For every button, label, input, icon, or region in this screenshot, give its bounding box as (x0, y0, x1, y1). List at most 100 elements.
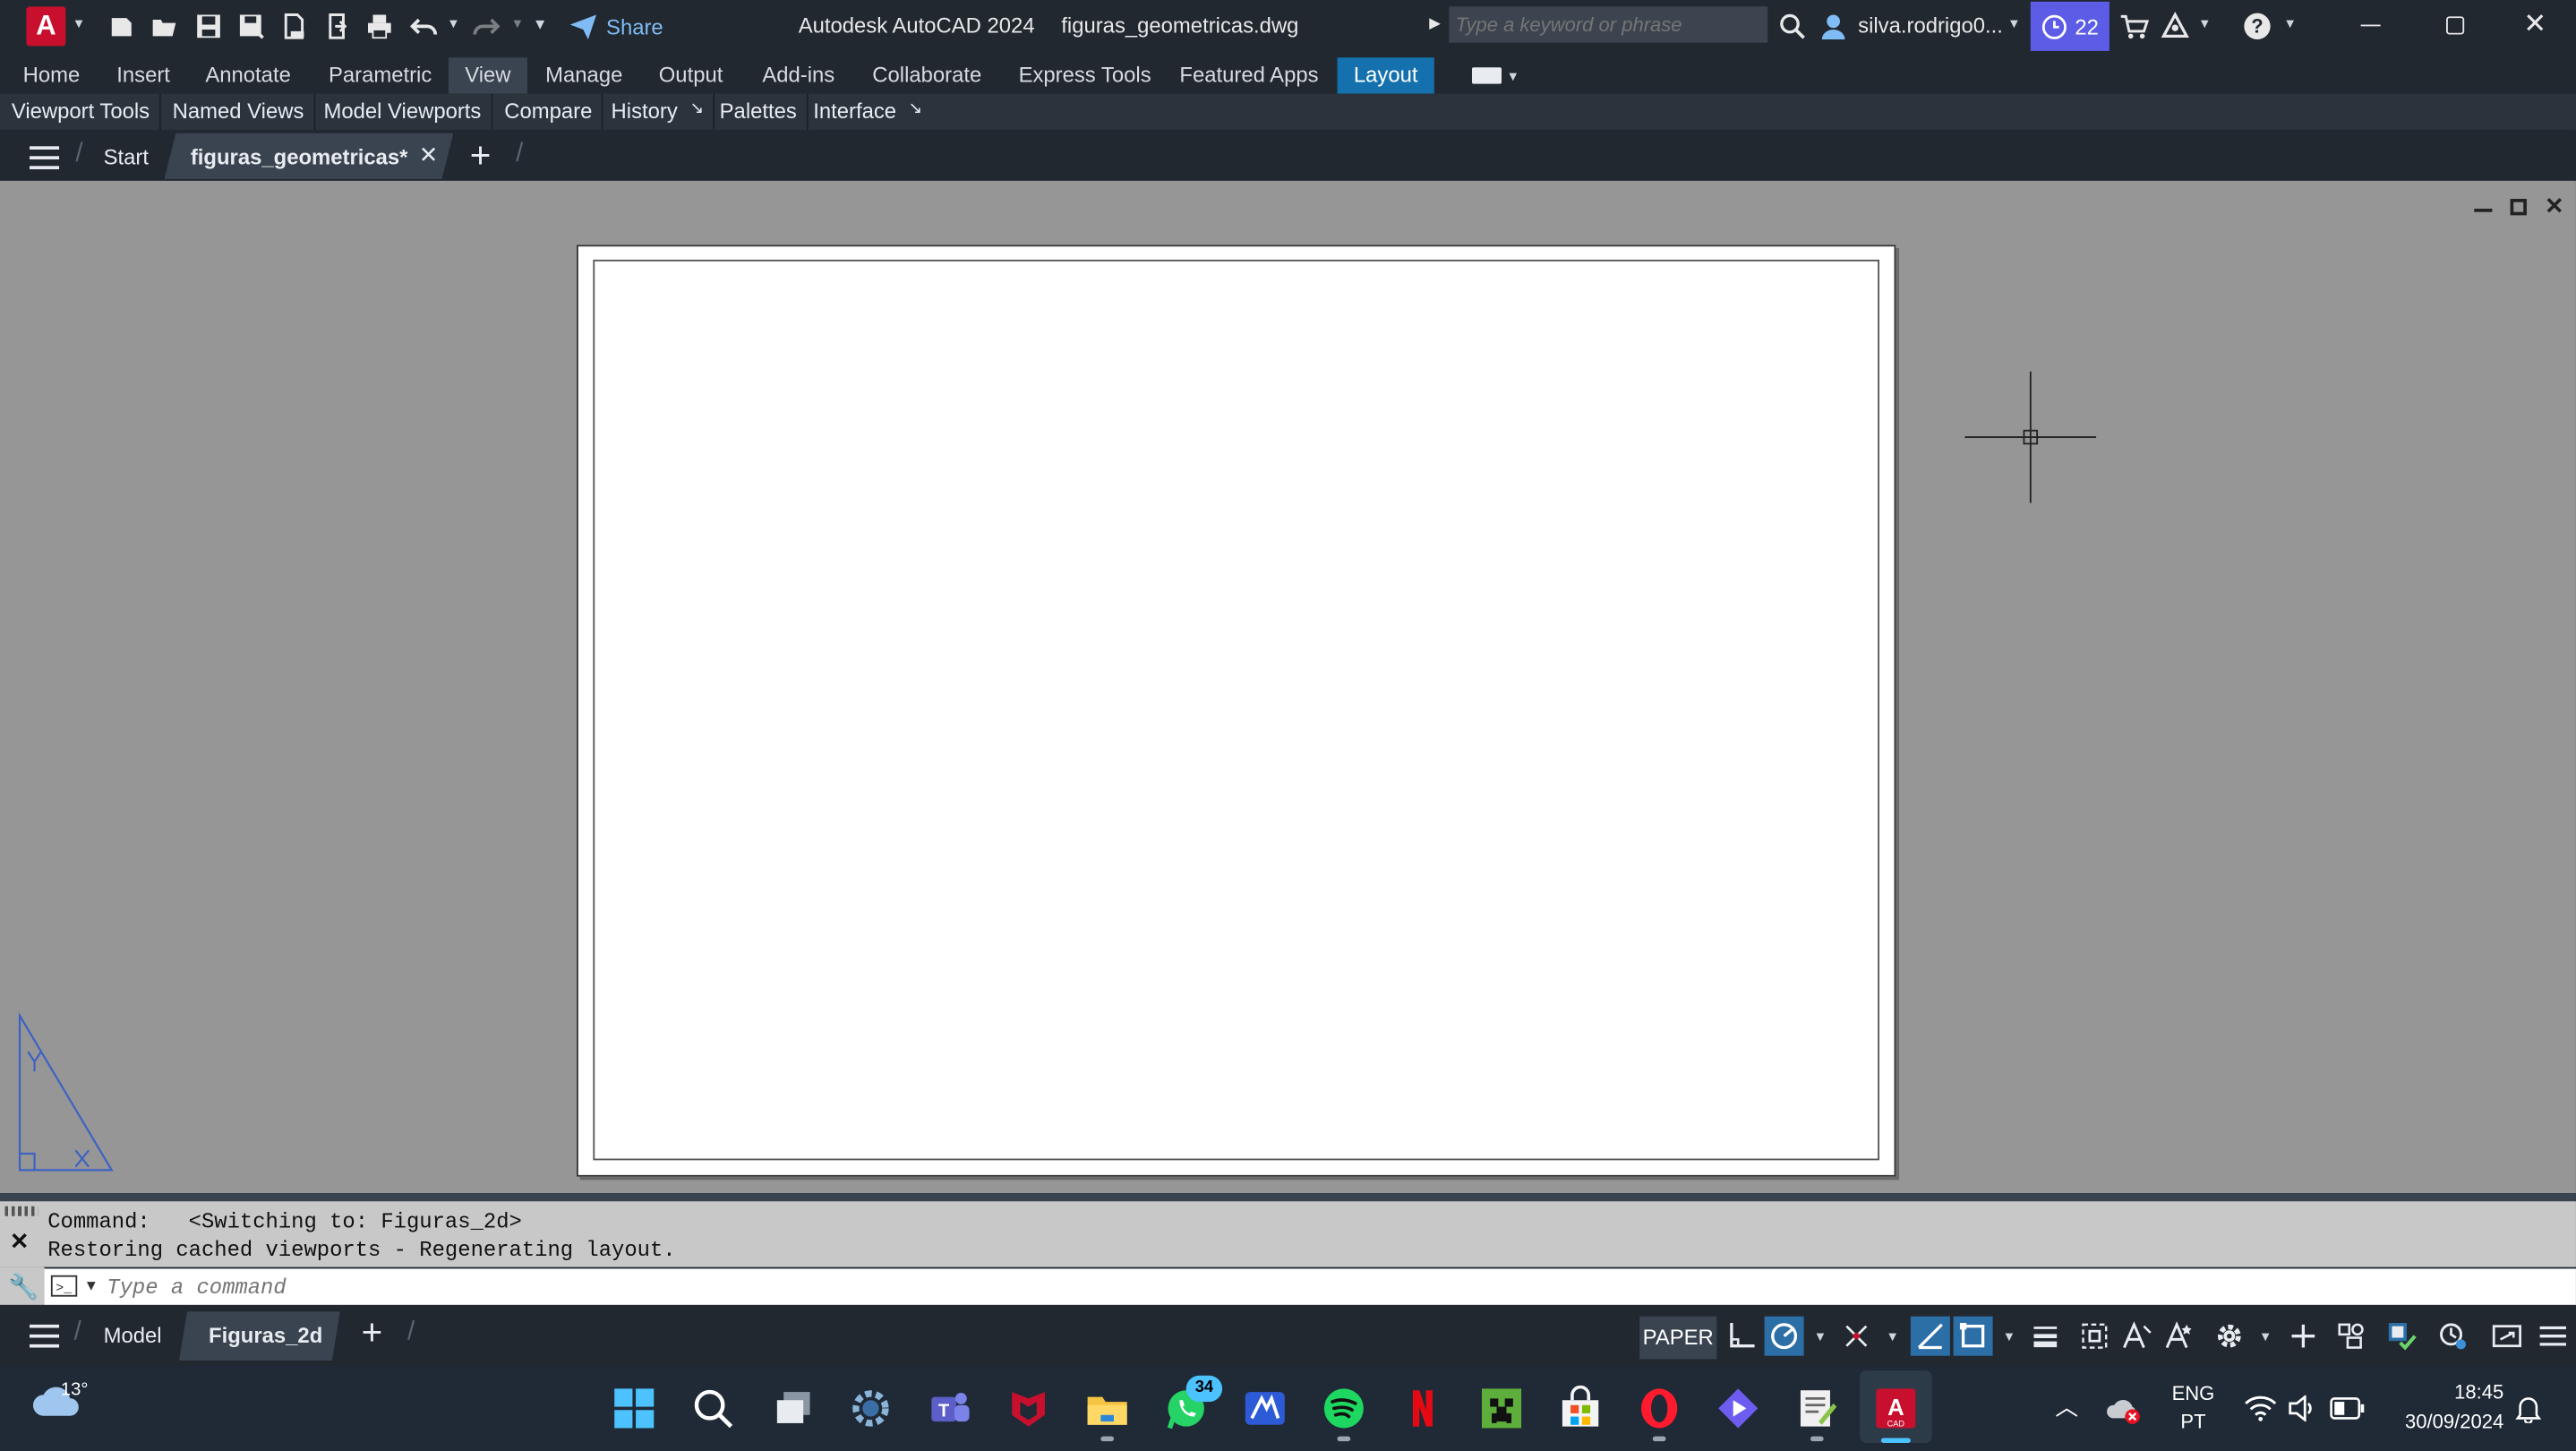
tab-express-tools[interactable]: Express Tools (1002, 57, 1168, 93)
publish-icon[interactable] (321, 10, 354, 43)
mcafee-icon[interactable] (1006, 1386, 1051, 1431)
print-icon[interactable] (363, 10, 396, 43)
search-icon[interactable] (1776, 10, 1809, 43)
command-input-bar[interactable]: >_ ▼ (44, 1268, 2576, 1305)
chevron-down-icon[interactable]: ▼ (2259, 1329, 2272, 1344)
open-icon[interactable] (148, 10, 181, 43)
task-view-icon[interactable] (771, 1386, 817, 1431)
chevron-down-icon[interactable]: ▼ (1886, 1329, 1899, 1344)
panel-viewport-tools[interactable]: Viewport Tools (2, 93, 161, 130)
media-player-icon[interactable] (1716, 1386, 1761, 1431)
weather-widget[interactable]: 13° (30, 1380, 88, 1423)
wifi-icon[interactable] (2244, 1395, 2277, 1421)
panel-expand-icon[interactable]: ↘ (909, 100, 922, 118)
minimize-icon[interactable] (2360, 24, 2381, 27)
chevron-down-icon[interactable]: ▼ (2007, 16, 2021, 31)
microsoft-store-icon[interactable] (1557, 1385, 1603, 1431)
marker-app-icon[interactable] (1242, 1386, 1288, 1431)
close-tab-icon[interactable]: ✕ (419, 142, 439, 169)
notifications-button[interactable]: 22 (2030, 1, 2110, 51)
tab-home[interactable]: Home (6, 57, 96, 93)
volume-icon[interactable] (2287, 1395, 2316, 1422)
user-icon[interactable] (1817, 10, 1850, 43)
tab-add-ins[interactable]: Add-ins (746, 57, 852, 93)
cart-icon[interactable] (2118, 10, 2151, 43)
doc-tab-start[interactable]: Start (104, 144, 149, 169)
tab-manage[interactable]: Manage (529, 57, 639, 93)
annotation-visibility-icon[interactable] (2161, 1317, 2200, 1356)
hardware-acceleration-icon[interactable] (2433, 1317, 2472, 1356)
chevron-down-icon[interactable]: ▼ (511, 16, 525, 31)
isodraft-icon[interactable] (1836, 1317, 1876, 1356)
tab-annotate[interactable]: Annotate (189, 57, 307, 93)
language-bottom[interactable]: PT (2170, 1410, 2216, 1433)
chevron-down-icon[interactable]: ▼ (84, 1277, 98, 1293)
ortho-icon[interactable] (1722, 1317, 1761, 1356)
chevron-down-icon[interactable]: ▼ (2003, 1329, 2016, 1344)
tab-output[interactable]: Output (642, 57, 739, 93)
autocad-taskbar-icon[interactable]: A CAD (1873, 1386, 1919, 1443)
notepad-plus-icon[interactable] (1794, 1386, 1840, 1442)
command-input[interactable] (107, 1272, 2555, 1302)
expand-search-icon[interactable]: ▶ (1429, 15, 1441, 33)
battery-icon[interactable] (2330, 1397, 2366, 1421)
windows-icon[interactable] (612, 1386, 657, 1431)
tab-parametric[interactable]: Parametric (312, 57, 449, 93)
plus-icon[interactable]: + (362, 1311, 383, 1354)
doc-tab-active[interactable]: figuras_geometricas* (191, 144, 408, 169)
share-button[interactable]: Share (569, 12, 663, 41)
hamburger-icon[interactable] (30, 1324, 60, 1348)
viewport-close-icon[interactable]: ✕ (2545, 193, 2564, 220)
tab-featured-apps[interactable]: Featured Apps (1163, 57, 1335, 93)
close-command-icon[interactable]: ✕ (10, 1228, 30, 1256)
tab-layout[interactable]: Layout (1337, 57, 1434, 94)
polar-tracking-icon[interactable] (1764, 1316, 1804, 1356)
minecraft-icon[interactable] (1478, 1386, 1524, 1431)
panel-palettes[interactable]: Palettes (710, 93, 809, 130)
wrench-icon[interactable]: 🔧 (8, 1272, 39, 1301)
netflix-icon[interactable] (1399, 1386, 1445, 1431)
autodesk-connect-icon[interactable] (2159, 10, 2192, 43)
gear-icon[interactable] (2210, 1317, 2249, 1356)
lineweight-icon[interactable] (2025, 1317, 2065, 1356)
panel-compare[interactable]: Compare (494, 93, 604, 130)
chevron-down-icon[interactable]: ▼ (1814, 1329, 1827, 1344)
save-as-icon[interactable] (235, 10, 268, 43)
layout-paper-sheet[interactable] (577, 245, 1896, 1177)
spotify-icon[interactable] (1321, 1386, 1366, 1442)
panel-expand-icon[interactable]: ↘ (690, 100, 704, 118)
isolate-objects-icon[interactable] (2332, 1317, 2371, 1356)
ribbon-state-button[interactable]: ▼ (1471, 64, 1519, 88)
plot-icon[interactable] (278, 10, 311, 43)
panel-model-viewports[interactable]: Model Viewports (313, 93, 493, 130)
search-input[interactable] (1449, 6, 1768, 43)
file-explorer-icon[interactable] (1084, 1386, 1130, 1442)
whatsapp-icon[interactable]: 34 (1163, 1375, 1223, 1431)
settings-app-icon[interactable] (848, 1386, 894, 1431)
new-icon[interactable] (105, 10, 138, 43)
clock-date[interactable]: 30/09/2024 (2372, 1410, 2503, 1433)
customization-menu-icon[interactable] (2533, 1317, 2572, 1356)
language-top[interactable]: ENG (2170, 1382, 2216, 1405)
plus-icon[interactable]: + (470, 134, 492, 177)
viewport-restore-icon[interactable] (2510, 199, 2527, 216)
search-icon[interactable] (690, 1386, 736, 1431)
close-icon[interactable]: ✕ (2523, 8, 2546, 41)
restore-icon[interactable] (2446, 16, 2465, 35)
undo-icon[interactable] (407, 10, 441, 43)
tab-collaborate[interactable]: Collaborate (856, 57, 998, 93)
chevron-down-icon[interactable]: ▼ (2198, 16, 2212, 31)
layout-tab-active[interactable]: Figuras_2d (209, 1323, 322, 1348)
paper-space-toggle[interactable]: PAPER (1639, 1316, 1717, 1360)
bell-icon[interactable] (2513, 1394, 2543, 1423)
tab-insert[interactable]: Insert (100, 57, 186, 93)
object-snap-icon[interactable] (1953, 1316, 1993, 1356)
customize-dropdown-icon[interactable]: ▾ (535, 13, 544, 35)
clock-time[interactable]: 18:45 (2389, 1380, 2503, 1404)
user-name[interactable]: silva.rodrigo0... (1858, 13, 2003, 39)
chevron-down-icon[interactable]: ▼ (2283, 16, 2297, 31)
workspace-check-icon[interactable] (2382, 1317, 2421, 1356)
autocad-icon[interactable]: A (26, 6, 66, 47)
onedrive-icon[interactable] (2106, 1395, 2142, 1425)
chevron-down-icon[interactable]: ▼ (447, 16, 460, 31)
